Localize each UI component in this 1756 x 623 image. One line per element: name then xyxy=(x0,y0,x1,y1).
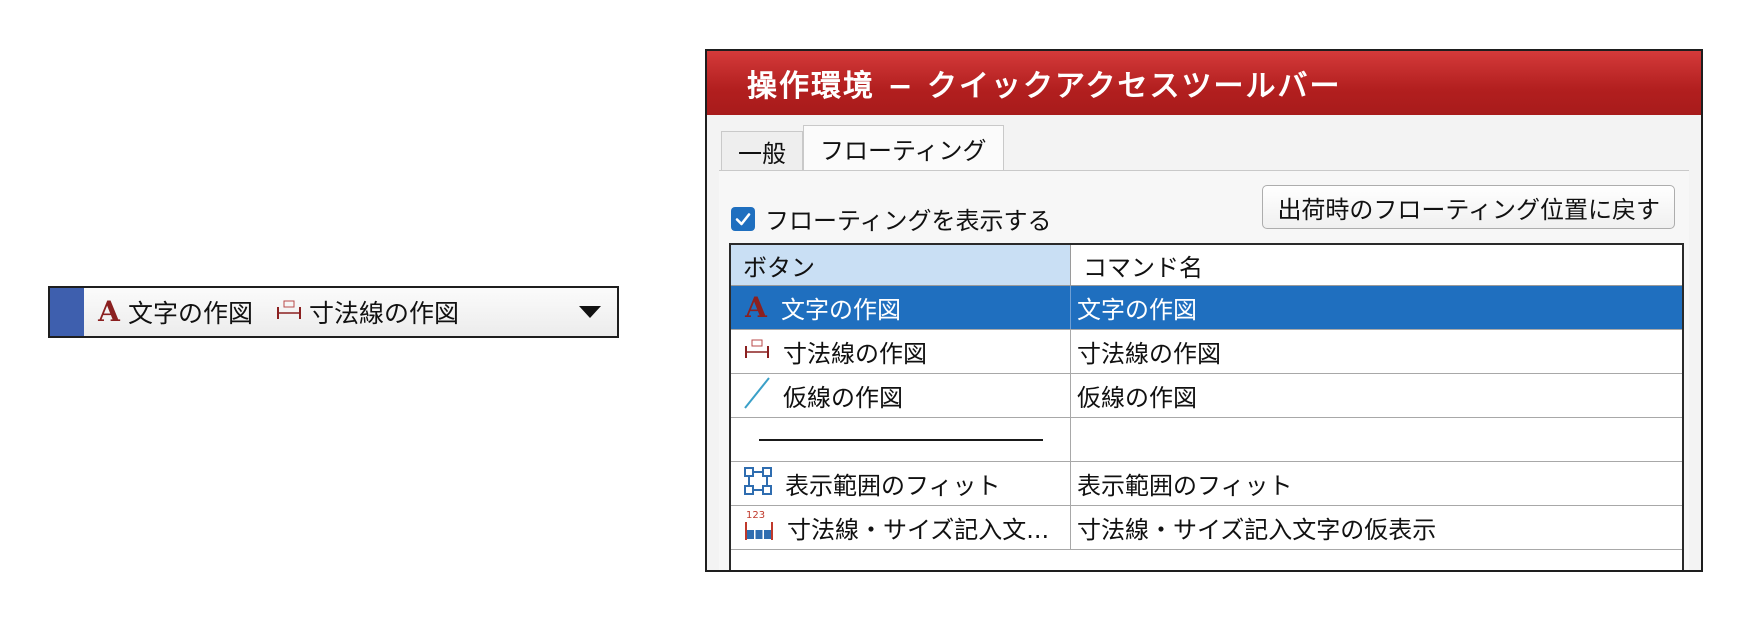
button-name: 文字の作図 xyxy=(781,296,901,324)
toolbar-button-label: 寸法線の作図 xyxy=(309,299,460,328)
construction-line-icon xyxy=(743,376,771,416)
table-row[interactable]: 123 寸法線・サイズ記入文... 寸法線・サイズ記入文字の仮表示 xyxy=(731,506,1682,550)
floating-tab-panel: フローティングを表示する 出荷時のフローティング位置に戻す ボタン コマンド名 … xyxy=(719,170,1689,570)
svg-text:123: 123 xyxy=(746,510,765,521)
toolbar-grip-handle[interactable] xyxy=(50,288,84,336)
command-name xyxy=(1071,418,1682,461)
checkmark-icon xyxy=(735,212,751,225)
text-a-icon: A xyxy=(745,290,767,324)
table-row[interactable]: 仮線の作図 仮線の作図 xyxy=(731,374,1682,418)
button-name: 表示範囲のフィット xyxy=(785,472,1001,500)
button-cell: A 文字の作図 xyxy=(731,286,1071,329)
toolbar-button-text[interactable]: A 文字の作図 xyxy=(96,288,253,336)
button-cell: 表示範囲のフィット xyxy=(731,462,1071,505)
command-name: 寸法線の作図 xyxy=(1077,340,1221,368)
show-floating-option[interactable]: フローティングを表示する xyxy=(731,201,1052,236)
dimension-line-icon xyxy=(275,299,303,325)
column-header-button[interactable]: ボタン xyxy=(731,245,1071,285)
quick-access-toolbar-dialog: 操作環境 − クイックアクセスツールバー 一般 フローティング フローティングを… xyxy=(705,49,1703,572)
button-command-table: ボタン コマンド名 A 文字の作図 文字の作図 寸法線の作図 寸法線の作図 仮線… xyxy=(729,243,1684,570)
button-name: 仮線の作図 xyxy=(783,384,903,412)
reset-floating-position-button[interactable]: 出荷時のフローティング位置に戻す xyxy=(1262,185,1675,229)
button-cell: 寸法線の作図 xyxy=(731,330,1071,373)
dimension-size-icon: 123 xyxy=(743,508,775,548)
separator-icon xyxy=(759,438,1043,441)
command-name: 仮線の作図 xyxy=(1077,384,1197,412)
tab-strip: 一般 フローティング xyxy=(721,125,1004,171)
button-cell: 仮線の作図 xyxy=(731,374,1071,417)
table-header: ボタン コマンド名 xyxy=(731,245,1682,286)
table-row[interactable]: 表示範囲のフィット 表示範囲のフィット xyxy=(731,462,1682,506)
tab-floating[interactable]: フローティング xyxy=(803,125,1004,171)
column-header-command[interactable]: コマンド名 xyxy=(1071,245,1682,285)
tab-general[interactable]: 一般 xyxy=(721,131,803,171)
table-row[interactable]: A 文字の作図 文字の作図 xyxy=(731,286,1682,330)
text-a-icon: A xyxy=(98,295,120,328)
show-floating-checkbox[interactable] xyxy=(731,206,755,231)
button-name: 寸法線の作図 xyxy=(783,340,927,368)
toolbar-button-label: 文字の作図 xyxy=(128,299,254,328)
command-name: 寸法線・サイズ記入文字の仮表示 xyxy=(1077,516,1437,544)
button-cell xyxy=(731,418,1071,461)
dialog-title: 操作環境 − クイックアクセスツールバー xyxy=(707,51,1701,115)
floating-toolbar: A 文字の作図 寸法線の作図 xyxy=(48,286,619,338)
table-row-separator[interactable] xyxy=(731,418,1682,462)
command-name: 文字の作図 xyxy=(1077,296,1197,324)
table-row[interactable]: 寸法線の作図 寸法線の作図 xyxy=(731,330,1682,374)
button-name: 寸法線・サイズ記入文... xyxy=(787,516,1050,544)
toolbar-button-dimension[interactable]: 寸法線の作図 xyxy=(275,288,459,336)
show-floating-label: フローティングを表示する xyxy=(765,207,1052,235)
toolbar-dropdown-arrow-icon[interactable] xyxy=(579,306,601,318)
fit-view-icon xyxy=(743,466,773,502)
command-name: 表示範囲のフィット xyxy=(1077,472,1293,500)
dimension-line-icon xyxy=(743,338,771,366)
button-cell: 123 寸法線・サイズ記入文... xyxy=(731,506,1071,549)
